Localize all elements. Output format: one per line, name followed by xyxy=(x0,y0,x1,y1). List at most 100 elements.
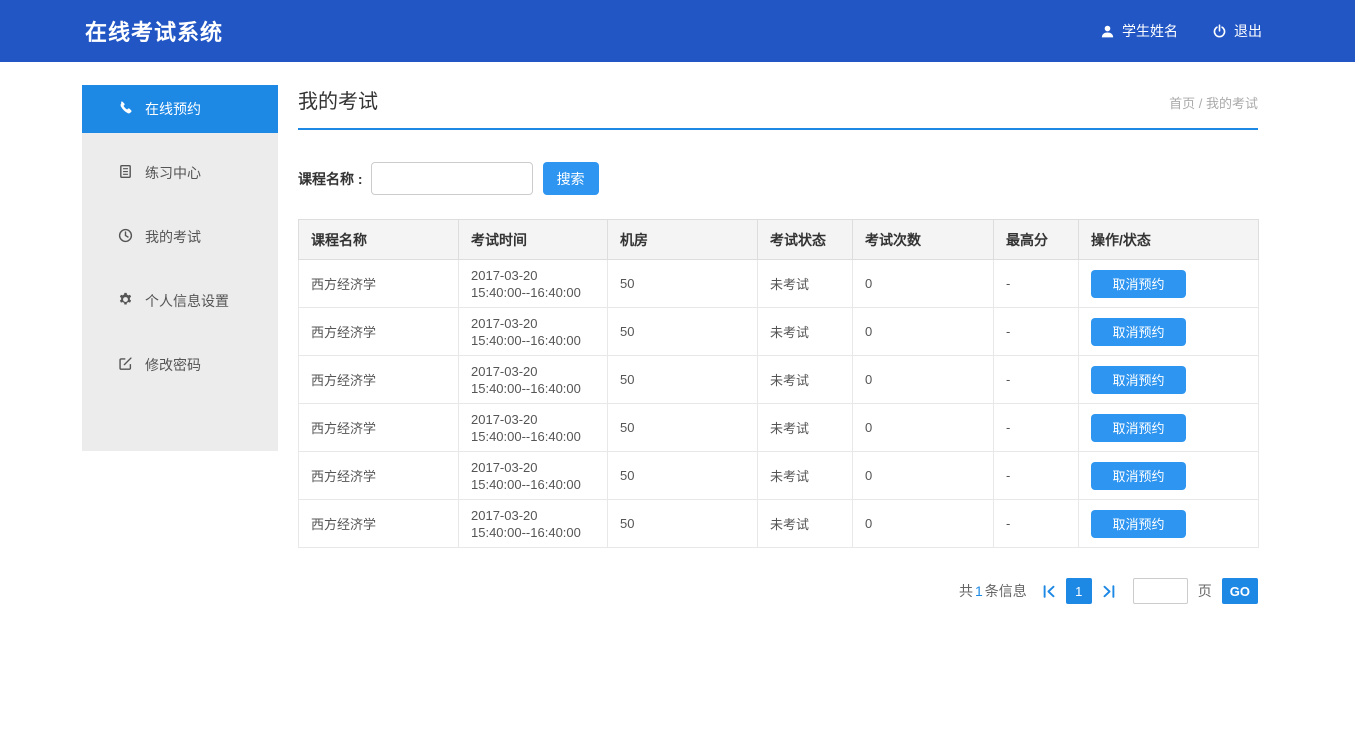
cell-score: - xyxy=(994,500,1079,548)
go-button[interactable]: GO xyxy=(1222,578,1258,604)
table-row: 西方经济学 2017-03-20 15:40:00--16:40:00 50 未… xyxy=(299,356,1259,404)
breadcrumb-separator: / xyxy=(1195,96,1206,111)
exam-table: 课程名称 考试时间 机房 考试状态 考试次数 最高分 操作/状态 西方经济学 2… xyxy=(298,219,1259,548)
table-row: 西方经济学 2017-03-20 15:40:00--16:40:00 50 未… xyxy=(299,452,1259,500)
exam-table-body: 西方经济学 2017-03-20 15:40:00--16:40:00 50 未… xyxy=(299,260,1259,548)
clock-icon xyxy=(118,228,133,246)
sidebar-item-change-password[interactable]: 修改密码 xyxy=(82,341,278,389)
exam-time-range: 15:40:00--16:40:00 xyxy=(471,284,595,301)
cell-room: 50 xyxy=(608,404,758,452)
search-button[interactable]: 搜索 xyxy=(543,162,599,195)
page-body: 在线预约 练习中心 我的考试 个人信息设置 修改密码 xyxy=(0,62,1355,604)
cell-count: 0 xyxy=(853,500,994,548)
breadcrumb-home-link[interactable]: 首页 xyxy=(1169,96,1195,111)
exam-time-range: 15:40:00--16:40:00 xyxy=(471,332,595,349)
title-row: 我的考试 首页 / 我的考试 xyxy=(298,85,1258,130)
cell-action: 取消预约 xyxy=(1079,452,1259,500)
exam-date: 2017-03-20 xyxy=(471,507,595,524)
course-name-input[interactable] xyxy=(371,162,533,195)
page-number-input[interactable] xyxy=(1133,578,1188,604)
page-unit-label: 页 xyxy=(1198,581,1212,601)
cell-exam-time: 2017-03-20 15:40:00--16:40:00 xyxy=(459,260,608,308)
cell-exam-time: 2017-03-20 15:40:00--16:40:00 xyxy=(459,500,608,548)
exam-date: 2017-03-20 xyxy=(471,315,595,332)
cell-exam-time: 2017-03-20 15:40:00--16:40:00 xyxy=(459,404,608,452)
cell-count: 0 xyxy=(853,404,994,452)
sidebar-item-profile-settings[interactable]: 个人信息设置 xyxy=(82,277,278,325)
cell-room: 50 xyxy=(608,452,758,500)
sidebar-item-online-booking[interactable]: 在线预约 xyxy=(82,85,278,133)
cell-action: 取消预约 xyxy=(1079,308,1259,356)
col-header-count: 考试次数 xyxy=(853,220,994,260)
exam-date: 2017-03-20 xyxy=(471,267,595,284)
sidebar: 在线预约 练习中心 我的考试 个人信息设置 修改密码 xyxy=(82,85,278,451)
gear-icon xyxy=(118,292,133,310)
cancel-booking-button[interactable]: 取消预约 xyxy=(1091,414,1186,442)
pagination: 共1条信息 1 页 GO xyxy=(298,578,1258,604)
user-name-label: 学生姓名 xyxy=(1122,21,1178,41)
total-prefix: 共 xyxy=(959,583,973,599)
cell-exam-time: 2017-03-20 15:40:00--16:40:00 xyxy=(459,356,608,404)
cell-room: 50 xyxy=(608,500,758,548)
cancel-booking-button[interactable]: 取消预约 xyxy=(1091,462,1186,490)
col-header-course: 课程名称 xyxy=(299,220,459,260)
col-header-action: 操作/状态 xyxy=(1079,220,1259,260)
user-menu[interactable]: 学生姓名 xyxy=(1100,21,1178,41)
exam-date: 2017-03-20 xyxy=(471,411,595,428)
cancel-booking-button[interactable]: 取消预约 xyxy=(1091,318,1186,346)
page-title: 我的考试 xyxy=(298,85,378,114)
exam-time-range: 15:40:00--16:40:00 xyxy=(471,524,595,541)
exam-table-head: 课程名称 考试时间 机房 考试状态 考试次数 最高分 操作/状态 xyxy=(299,220,1259,260)
sidebar-item-label: 练习中心 xyxy=(145,163,201,183)
cell-score: - xyxy=(994,452,1079,500)
col-header-time: 考试时间 xyxy=(459,220,608,260)
user-icon xyxy=(1100,24,1115,39)
cell-status: 未考试 xyxy=(758,260,853,308)
logout-label: 退出 xyxy=(1234,21,1262,41)
page-prev-icon[interactable] xyxy=(1039,583,1060,600)
sidebar-item-practice-center[interactable]: 练习中心 xyxy=(82,149,278,197)
sidebar-item-label: 在线预约 xyxy=(145,99,201,119)
table-row: 西方经济学 2017-03-20 15:40:00--16:40:00 50 未… xyxy=(299,260,1259,308)
main-content: 我的考试 首页 / 我的考试 课程名称 : 搜索 课程名称 考试时间 机房 考试… xyxy=(298,85,1258,604)
cell-room: 50 xyxy=(608,260,758,308)
cancel-booking-button[interactable]: 取消预约 xyxy=(1091,366,1186,394)
cell-status: 未考试 xyxy=(758,452,853,500)
cell-score: - xyxy=(994,308,1079,356)
search-row: 课程名称 : 搜索 xyxy=(298,162,1258,195)
sidebar-item-my-exams[interactable]: 我的考试 xyxy=(82,213,278,261)
cell-score: - xyxy=(994,260,1079,308)
cell-score: - xyxy=(994,356,1079,404)
current-page-button[interactable]: 1 xyxy=(1066,578,1092,604)
sidebar-item-label: 我的考试 xyxy=(145,227,201,247)
cell-course: 西方经济学 xyxy=(299,500,459,548)
cell-count: 0 xyxy=(853,356,994,404)
table-row: 西方经济学 2017-03-20 15:40:00--16:40:00 50 未… xyxy=(299,500,1259,548)
table-row: 西方经济学 2017-03-20 15:40:00--16:40:00 50 未… xyxy=(299,404,1259,452)
cell-course: 西方经济学 xyxy=(299,308,459,356)
total-count: 1 xyxy=(973,583,985,599)
page-next-icon[interactable] xyxy=(1098,583,1119,600)
cancel-booking-button[interactable]: 取消预约 xyxy=(1091,510,1186,538)
book-icon xyxy=(118,164,133,182)
cell-action: 取消预约 xyxy=(1079,356,1259,404)
power-icon xyxy=(1212,24,1227,39)
cell-status: 未考试 xyxy=(758,404,853,452)
table-row: 西方经济学 2017-03-20 15:40:00--16:40:00 50 未… xyxy=(299,308,1259,356)
edit-icon xyxy=(118,356,133,374)
sidebar-item-label: 个人信息设置 xyxy=(145,291,229,311)
exam-time-range: 15:40:00--16:40:00 xyxy=(471,380,595,397)
logout-button[interactable]: 退出 xyxy=(1212,21,1262,41)
cancel-booking-button[interactable]: 取消预约 xyxy=(1091,270,1186,298)
cell-count: 0 xyxy=(853,308,994,356)
topbar: 在线考试系统 学生姓名 退出 xyxy=(0,0,1355,62)
course-name-label: 课程名称 : xyxy=(298,169,363,189)
app-title: 在线考试系统 xyxy=(85,15,223,47)
cell-status: 未考试 xyxy=(758,500,853,548)
col-header-score: 最高分 xyxy=(994,220,1079,260)
cell-room: 50 xyxy=(608,356,758,404)
cell-status: 未考试 xyxy=(758,308,853,356)
cell-exam-time: 2017-03-20 15:40:00--16:40:00 xyxy=(459,452,608,500)
cell-count: 0 xyxy=(853,260,994,308)
exam-time-range: 15:40:00--16:40:00 xyxy=(471,476,595,493)
